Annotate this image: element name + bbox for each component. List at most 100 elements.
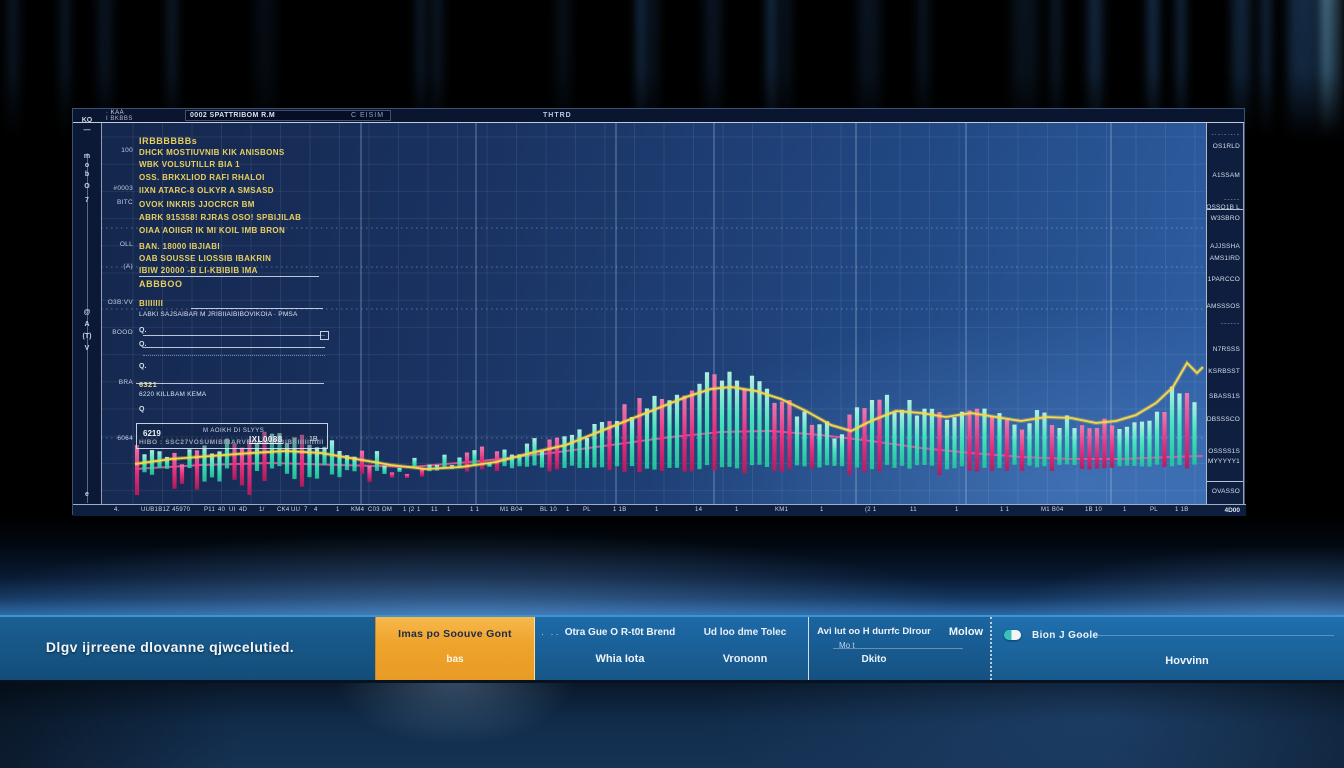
time-tick-label: PL	[583, 507, 591, 513]
status-message: Dlgv ijrreene dlovanne qjwcelutied.	[0, 639, 340, 655]
horizon-glow	[0, 515, 1344, 616]
light-streak	[1334, 0, 1340, 138]
time-tick-label: 1	[655, 507, 659, 513]
time-tick-label: 1	[336, 507, 340, 513]
taskbar-orange-button[interactable]: Imas po Soouve Gont bas	[375, 617, 535, 680]
price-tick-label: A1SSAM	[1212, 172, 1240, 179]
time-axis[interactable]: 4.UUB1B1Z 45970P1140UI4D1/CK4UU741KM4C03…	[73, 504, 1246, 516]
time-tick-label: 1 (2	[403, 507, 415, 513]
time-tick-label: 4D	[239, 507, 247, 513]
light-streak	[1262, 0, 1270, 138]
price-axis-divider	[1207, 481, 1243, 482]
time-tick-label: 1	[735, 507, 739, 513]
time-tick-label: (2 1	[865, 507, 877, 513]
time-tick-label: PL	[1150, 507, 1158, 513]
time-tick-label: UI	[229, 507, 236, 513]
display-divider	[833, 648, 963, 649]
tool-icon[interactable]: m	[73, 153, 101, 160]
price-tick-label: KSRBSST	[1208, 368, 1240, 375]
tool-icon[interactable]: KO	[73, 117, 101, 124]
time-tick-label: 1	[955, 507, 959, 513]
titlebar-session-label: C EISIM	[351, 112, 384, 119]
price-tick-label: N7RSSS	[1213, 346, 1240, 353]
price-tick-label: OSSSS1S	[1208, 448, 1240, 455]
candlestick-chart	[101, 123, 1206, 504]
account-divider	[1068, 635, 1334, 636]
price-tick-label: ------	[1221, 320, 1240, 327]
time-tick-label: 4.	[114, 507, 120, 513]
time-tick-label: P11	[204, 507, 215, 513]
time-tick-label: 40	[218, 507, 225, 513]
light-streak	[1288, 0, 1318, 138]
tool-icon[interactable]: V	[73, 345, 101, 352]
tool-icon[interactable]: 7	[73, 197, 101, 204]
orange-button-title: Imas po Soouve Gont	[376, 628, 534, 640]
price-axis[interactable]: -·-·-·-·-OS1RLDA1SSAM-----OSSO1B LW3SBRO…	[1206, 123, 1244, 504]
trend-item-value: Whia Iota	[555, 653, 685, 665]
titlebar-left-sublabel: I BKBBS	[106, 116, 133, 122]
tool-icon[interactable]: e	[73, 491, 101, 498]
taskbar-section-trend[interactable]: · ·· Otra Gue O R-t0t Brend Whia Iota Ud…	[535, 617, 808, 680]
time-tick-label: 1	[1123, 507, 1127, 513]
price-tick-label: AMSSSOS	[1206, 303, 1240, 310]
price-tick-label: MYYYYY1	[1208, 458, 1240, 465]
price-tick-label: AMS1IRD	[1210, 255, 1240, 262]
time-tick-label: KM4	[351, 507, 364, 513]
time-tick-label: 14	[695, 507, 702, 513]
time-tick-label: M1 B04	[500, 507, 522, 513]
taskbar-section-account[interactable]: Bion J Goole Hovvinn	[990, 617, 1344, 680]
tool-icon[interactable]: A	[73, 321, 101, 328]
time-tick-label: 1	[447, 507, 451, 513]
time-tick-label: 1 1	[1000, 507, 1009, 513]
time-tick-label: 1	[417, 507, 421, 513]
tool-icon[interactable]: O	[73, 183, 101, 190]
time-tick-label: C03 OM	[368, 507, 392, 513]
light-streak	[62, 0, 68, 138]
toolstrip-divider	[87, 153, 88, 503]
time-tick-label: 1 1	[470, 507, 479, 513]
time-tick-label: UUB1B1Z 45970	[141, 507, 190, 513]
desktop-background: · KAA I BKBBS 0002 SPATTRIBOM R.M C EISI…	[0, 0, 1344, 768]
tool-icon[interactable]: b	[73, 171, 101, 178]
time-tick-label: 4	[314, 507, 318, 513]
display-item-value: Dkito	[809, 654, 939, 665]
price-tick-label: 1PARCCO	[1208, 276, 1240, 283]
price-tick-label: SBASS1S	[1209, 393, 1240, 400]
orange-button-subtitle: bas	[376, 654, 534, 665]
tool-icon[interactable]: —	[73, 127, 101, 134]
price-tick-label: AJJSSHA	[1210, 243, 1240, 250]
taskbar-status-section[interactable]: Dlgv ijrreene dlovanne qjwcelutied.	[0, 617, 375, 680]
trend-item-title: Otra Gue O R-t0t Brend	[555, 627, 685, 638]
toggle-pill-icon	[1004, 630, 1021, 640]
time-tick-label: 1B 10	[1085, 507, 1102, 513]
time-tick-label: CK4	[277, 507, 290, 513]
price-axis-divider	[1207, 209, 1243, 210]
light-streak	[1322, 0, 1330, 138]
time-axis-corner-label: 4D00	[1224, 507, 1240, 514]
price-tick-label: DBSSSCO	[1207, 416, 1240, 423]
price-tick-label: OVASSO	[1212, 488, 1240, 495]
time-tick-label: 1	[820, 507, 824, 513]
chart-window: · KAA I BKBBS 0002 SPATTRIBOM R.M C EISI…	[72, 108, 1245, 515]
time-tick-label: BL 10	[540, 507, 557, 513]
tool-icon[interactable]: (T)	[73, 333, 101, 340]
price-tick-label: W3SBRO	[1211, 215, 1240, 222]
mode-item-title: Ud loo dme Tolec	[685, 627, 805, 638]
display-item-title: Avi lut oo H durrfc Dlrour	[809, 626, 939, 637]
tool-icon[interactable]: o	[73, 162, 101, 169]
time-tick-label: 1	[566, 507, 570, 513]
time-tick-label: M1 B04	[1041, 507, 1063, 513]
price-tick-label: -·-·-·-·-	[1212, 131, 1240, 138]
time-tick-label: 1 1B	[1175, 507, 1189, 513]
price-tick-label: OS1RLD	[1213, 143, 1240, 150]
mode-item-value: Vrononn	[685, 653, 805, 665]
chart-plot-area[interactable]	[101, 123, 1206, 504]
window-titlebar[interactable]: · KAA I BKBBS 0002 SPATTRIBOM R.M C EISI…	[73, 109, 1244, 123]
account-item-value: Hovvinn	[1112, 655, 1262, 667]
taskbar: Dlgv ijrreene dlovanne qjwcelutied. Imas…	[0, 615, 1344, 683]
time-tick-label: 7	[304, 507, 308, 513]
drawing-tools-strip: KO—mobO7@A(T)Ve	[73, 123, 101, 516]
tool-icon[interactable]: @	[73, 309, 101, 316]
taskbar-section-display[interactable]: Avi lut oo H durrfc Dlrour Mo t Dkito Mo…	[808, 617, 990, 680]
time-tick-label: 11	[910, 507, 917, 513]
